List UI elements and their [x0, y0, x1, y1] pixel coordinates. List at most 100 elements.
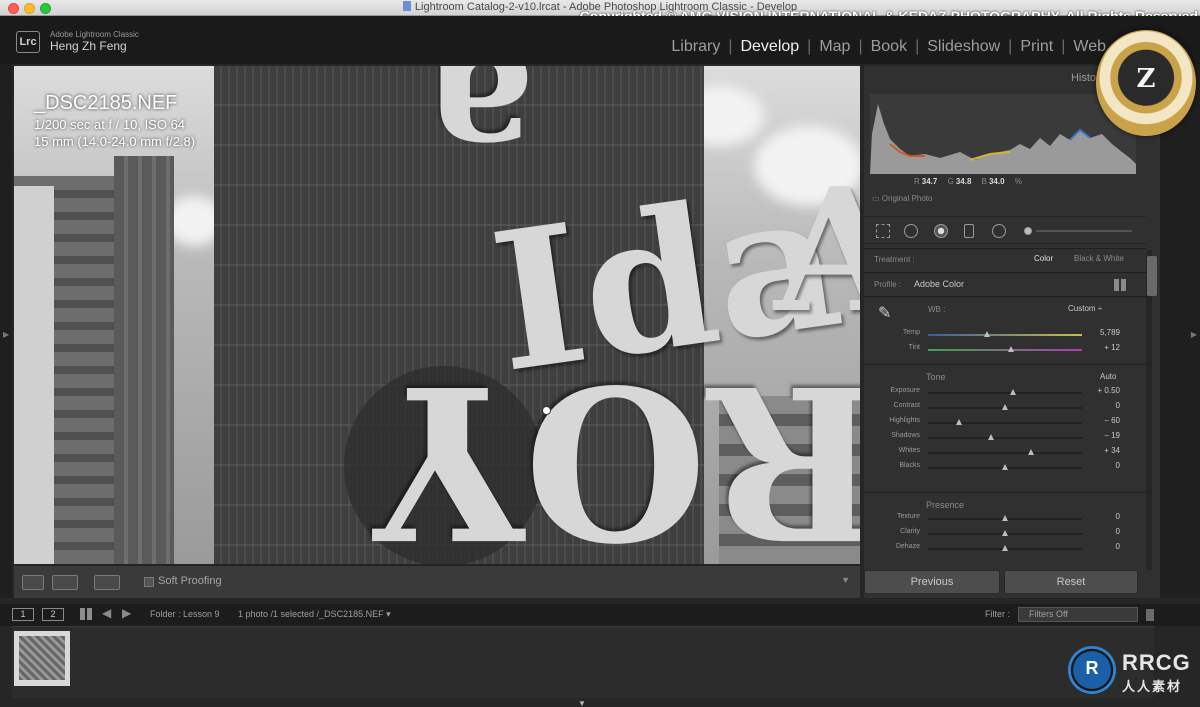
treatment-color-option[interactable]: Color	[1034, 254, 1053, 263]
graduated-filter-tool-icon[interactable]	[964, 224, 974, 238]
left-panel-collapsed[interactable]: ▶	[0, 64, 12, 598]
rrcg-logo-icon: R	[1068, 646, 1116, 694]
tone-slider-value[interactable]: − 19	[1104, 431, 1120, 440]
wb-slider-track[interactable]	[928, 349, 1082, 351]
soft-proofing-checkbox[interactable]	[144, 577, 154, 587]
module-print[interactable]: Print	[1014, 38, 1059, 56]
before-after-mode-button[interactable]	[94, 575, 120, 590]
presence-slider-value[interactable]: 0	[1116, 542, 1120, 551]
main-window-button[interactable]: 1	[12, 608, 34, 621]
tone-slider-value[interactable]: 0	[1116, 401, 1120, 410]
wb-slider-tint[interactable]: Tint + 12	[864, 343, 1146, 357]
auto-tone-button[interactable]: Auto	[1100, 372, 1116, 381]
tone-slider-knob[interactable]	[1028, 449, 1035, 455]
presence-slider-texture[interactable]: Texture 0	[864, 512, 1146, 526]
spot-removal-tool-icon[interactable]	[904, 224, 918, 238]
module-library[interactable]: Library	[665, 38, 726, 56]
tone-slider-knob[interactable]	[1009, 389, 1016, 395]
reset-button[interactable]: Reset	[1004, 570, 1138, 594]
treatment-bw-option[interactable]: Black & White	[1074, 254, 1124, 263]
wb-slider-temp[interactable]: Temp 5,789	[864, 328, 1146, 342]
tone-slider-highlights[interactable]: Highlights − 60	[864, 416, 1146, 430]
collapse-filmstrip-icon[interactable]: ▼	[578, 699, 586, 707]
wb-label: WB :	[928, 305, 946, 314]
adjustment-brush-tool-icon[interactable]	[1024, 227, 1032, 235]
toolbar-menu-caret-icon[interactable]: ▼	[841, 575, 850, 585]
filter-select[interactable]: Filters Off	[1018, 607, 1138, 622]
profile-value[interactable]: Adobe Color	[914, 279, 964, 289]
module-slideshow[interactable]: Slideshow	[921, 38, 1006, 56]
tone-slider-knob[interactable]	[955, 419, 962, 425]
presence-slider-knob[interactable]	[1002, 530, 1008, 536]
tone-slider-track[interactable]	[928, 437, 1082, 439]
panel-scrollbar-thumb[interactable]	[1147, 256, 1157, 296]
tone-slider-knob[interactable]	[1002, 404, 1008, 410]
collapse-right-panel-icon[interactable]: ▶	[1191, 330, 1197, 339]
loupe-photo[interactable]: a Ida ROY A _DSC2185.NEF 1/200 sec at f …	[14, 66, 860, 564]
profile-browser-icon[interactable]	[1114, 279, 1128, 291]
wb-eyedropper-icon[interactable]: ✎	[878, 303, 891, 323]
brush-size-track[interactable]	[1036, 230, 1132, 232]
filmstrip-thumbnail[interactable]	[14, 631, 70, 686]
tone-slider-value[interactable]: 0	[1116, 461, 1120, 470]
radial-filter-tool-icon[interactable]	[992, 224, 1006, 238]
sculpture-letters-roy: ROY	[374, 338, 860, 564]
tone-slider-blacks[interactable]: Blacks 0	[864, 461, 1146, 475]
wb-slider-value[interactable]: + 12	[1104, 343, 1120, 352]
panel-scrollbar[interactable]	[1146, 250, 1157, 570]
tone-slider-value[interactable]: − 60	[1104, 416, 1120, 425]
loupe-view-button[interactable]	[22, 575, 44, 590]
rrcg-logo-mark: R	[1085, 658, 1099, 678]
tone-slider-value[interactable]: + 34	[1104, 446, 1120, 455]
g-value: 34.8	[955, 177, 972, 186]
folder-source[interactable]: Folder : Lesson 9	[150, 609, 220, 619]
presence-slider-value[interactable]: 0	[1116, 512, 1120, 521]
wb-slider-knob[interactable]	[983, 331, 990, 337]
wb-preset-select[interactable]: Custom ÷	[1068, 304, 1102, 313]
before-after-view-button[interactable]	[52, 575, 78, 590]
filter-lock-icon[interactable]	[1146, 609, 1154, 621]
presence-slider-dehaze[interactable]: Dehaze 0	[864, 542, 1146, 556]
tone-slider-whites[interactable]: Whites + 34	[864, 446, 1146, 460]
red-eye-tool-icon[interactable]	[934, 224, 948, 238]
module-book[interactable]: Book	[865, 38, 913, 56]
wb-slider-track[interactable]	[928, 334, 1082, 336]
tone-slider-track[interactable]	[928, 422, 1082, 424]
histogram-header[interactable]: Histo	[1071, 72, 1096, 84]
original-photo-toggle[interactable]: ▭ Original Photo	[872, 194, 932, 203]
presence-slider-knob[interactable]	[1002, 515, 1008, 521]
module-develop[interactable]: Develop	[734, 38, 805, 56]
tone-slider-exposure[interactable]: Exposure + 0.50	[864, 386, 1146, 400]
treatment-row: Treatment : Color Black & White	[864, 248, 1146, 272]
presence-slider-value[interactable]: 0	[1116, 527, 1120, 536]
forward-arrow-icon[interactable]: ▶	[122, 606, 131, 620]
previous-button[interactable]: Previous	[864, 570, 1000, 594]
secondary-window-button[interactable]: 2	[42, 608, 64, 621]
pointer-cursor-icon	[542, 406, 551, 415]
selection-info[interactable]: 1 photo /1 selected /_DSC2185.NEF ▾	[238, 609, 391, 620]
crop-tool-icon[interactable]	[876, 224, 890, 238]
tone-slider-contrast[interactable]: Contrast 0	[864, 401, 1146, 415]
tone-slider-shadows[interactable]: Shadows − 19	[864, 431, 1146, 445]
tone-slider-knob[interactable]	[988, 434, 995, 440]
grid-view-icon[interactable]	[80, 608, 92, 620]
module-map[interactable]: Map	[813, 38, 856, 56]
tone-slider-label: Whites	[898, 447, 920, 454]
presence-slider-clarity[interactable]: Clarity 0	[864, 527, 1146, 541]
module-separator: |	[1008, 38, 1013, 55]
presence-slider-knob[interactable]	[1002, 545, 1008, 551]
wb-slider-knob[interactable]	[1008, 346, 1015, 352]
histogram[interactable]	[870, 94, 1136, 174]
rgb-readout: R 34.7 G 34.8 B 34.0 %	[914, 177, 1022, 186]
expand-left-panel-icon[interactable]: ▶	[3, 330, 9, 339]
rrcg-brand-subtitle: 人人素材	[1122, 679, 1183, 694]
photo-info-overlay: _DSC2185.NEF 1/200 sec at f / 10, ISO 64…	[34, 92, 195, 149]
tone-slider-track[interactable]	[928, 392, 1082, 394]
tone-slider-knob[interactable]	[1002, 464, 1008, 470]
tone-slider-track[interactable]	[928, 452, 1082, 454]
develop-button-row: Previous Reset	[864, 570, 1160, 596]
back-arrow-icon[interactable]: ◀	[102, 606, 111, 620]
wb-slider-value[interactable]: 5,789	[1100, 328, 1120, 337]
tone-slider-value[interactable]: + 0.50	[1098, 386, 1120, 395]
tone-slider-label: Blacks	[899, 462, 920, 469]
